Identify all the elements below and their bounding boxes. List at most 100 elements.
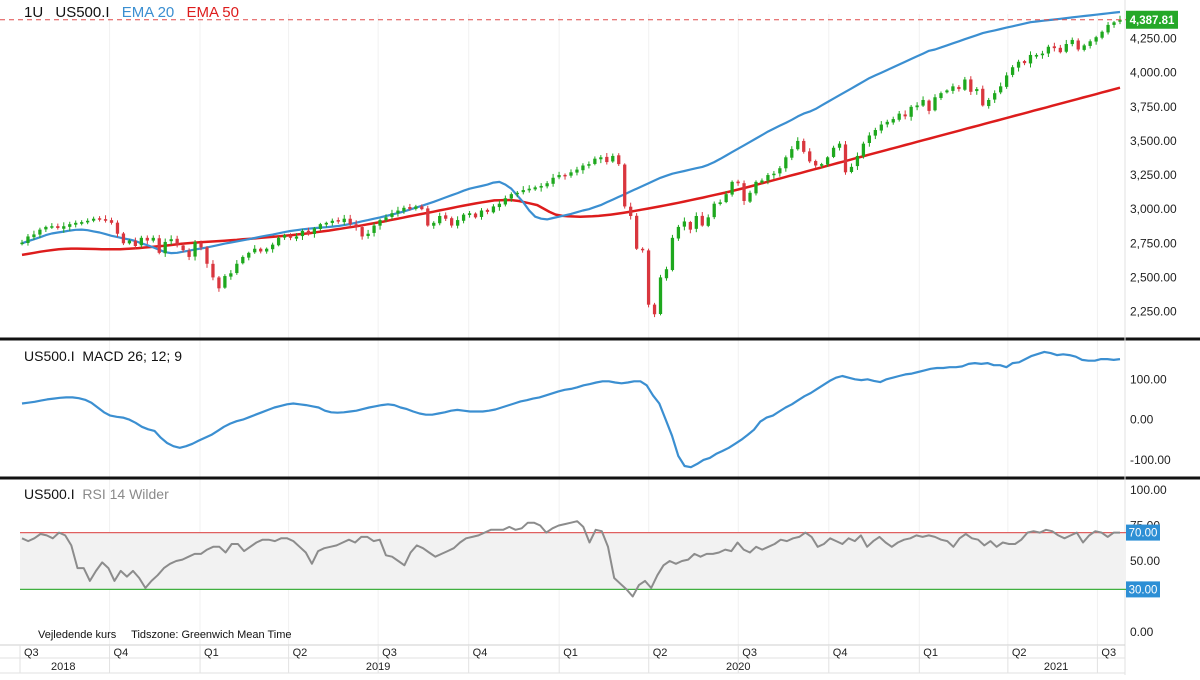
candle[interactable]	[533, 185, 537, 191]
candle[interactable]	[330, 218, 334, 226]
candle[interactable]	[939, 91, 943, 101]
candle[interactable]	[450, 216, 454, 228]
candle[interactable]	[611, 153, 615, 163]
macd-line[interactable]	[21, 350, 1121, 469]
candle[interactable]	[963, 76, 967, 91]
candle[interactable]	[778, 166, 782, 177]
candle[interactable]	[1058, 44, 1062, 54]
candle[interactable]	[121, 231, 126, 246]
candle[interactable]	[623, 163, 627, 209]
candle[interactable]	[348, 214, 352, 228]
candle[interactable]	[1064, 39, 1068, 54]
candle[interactable]	[169, 235, 173, 245]
candle[interactable]	[921, 96, 925, 107]
candle[interactable]	[903, 110, 907, 120]
candle[interactable]	[605, 153, 609, 165]
candle[interactable]	[390, 209, 394, 220]
candle[interactable]	[205, 246, 209, 268]
candle[interactable]	[861, 141, 866, 159]
candle[interactable]	[652, 302, 657, 318]
candle[interactable]	[897, 110, 901, 122]
candle[interactable]	[993, 90, 997, 103]
candle[interactable]	[635, 213, 639, 250]
candle[interactable]	[444, 212, 448, 222]
candle[interactable]	[253, 245, 257, 254]
candle[interactable]	[563, 173, 567, 180]
candle[interactable]	[455, 216, 460, 229]
candle[interactable]	[796, 137, 800, 151]
chart-canvas[interactable]: 2,250.00 2,500.00 2,750.00 3,000.00 3,250.00…	[0, 0, 1200, 675]
candle[interactable]	[867, 132, 872, 147]
candle[interactable]	[676, 224, 681, 241]
candle[interactable]	[139, 235, 143, 248]
candle[interactable]	[1106, 22, 1110, 35]
candle[interactable]	[1088, 39, 1092, 49]
candle[interactable]	[915, 102, 919, 111]
candle[interactable]	[276, 236, 281, 247]
candle[interactable]	[1100, 30, 1104, 40]
candle[interactable]	[551, 173, 555, 187]
candle[interactable]	[74, 220, 78, 228]
candle[interactable]	[1040, 50, 1045, 59]
candle[interactable]	[706, 214, 710, 228]
candle[interactable]	[80, 220, 84, 226]
candle[interactable]	[1028, 51, 1033, 68]
interval-label[interactable]: 1U	[24, 4, 43, 21]
candle[interactable]	[151, 235, 155, 243]
candle[interactable]	[378, 218, 382, 230]
candle[interactable]	[241, 255, 245, 265]
candle[interactable]	[193, 240, 197, 261]
candle[interactable]	[109, 217, 114, 225]
candle[interactable]	[521, 186, 525, 195]
candle[interactable]	[342, 214, 346, 226]
candle[interactable]	[754, 180, 758, 196]
candle[interactable]	[748, 190, 752, 203]
candle[interactable]	[1016, 59, 1021, 72]
candle[interactable]	[1052, 42, 1056, 52]
candle[interactable]	[1022, 59, 1027, 66]
candle[interactable]	[557, 171, 561, 180]
candle[interactable]	[957, 85, 961, 92]
candle[interactable]	[539, 183, 543, 192]
candle[interactable]	[808, 148, 812, 164]
candle[interactable]	[569, 169, 573, 178]
candle[interactable]	[736, 179, 740, 186]
candle[interactable]	[772, 171, 776, 179]
candle[interactable]	[270, 242, 275, 253]
candle[interactable]	[312, 226, 317, 238]
candle[interactable]	[438, 212, 442, 226]
candle[interactable]	[646, 248, 651, 308]
candle[interactable]	[318, 222, 323, 231]
candle[interactable]	[50, 223, 54, 229]
candle[interactable]	[718, 199, 722, 206]
candle[interactable]	[414, 204, 418, 211]
candle[interactable]	[265, 247, 269, 254]
candle[interactable]	[849, 163, 854, 174]
candle[interactable]	[1010, 65, 1015, 78]
candle[interactable]	[891, 116, 895, 125]
symbol-label[interactable]: US500.I	[55, 4, 109, 21]
candle[interactable]	[575, 166, 579, 176]
candle[interactable]	[670, 234, 675, 272]
candle[interactable]	[658, 274, 663, 316]
candle[interactable]	[831, 145, 836, 159]
candle[interactable]	[115, 220, 120, 238]
candle[interactable]	[336, 217, 340, 224]
candle[interactable]	[44, 225, 48, 232]
candle[interactable]	[1112, 20, 1116, 28]
candle[interactable]	[426, 205, 430, 227]
trading-chart[interactable]: 2,250.00 2,500.00 2,750.00 3,000.00 3,250.00…	[0, 0, 1200, 675]
candle[interactable]	[1034, 53, 1039, 59]
candle[interactable]	[485, 208, 490, 215]
candle[interactable]	[843, 140, 848, 175]
candle[interactable]	[951, 83, 955, 94]
candle[interactable]	[712, 201, 716, 220]
candle[interactable]	[432, 221, 436, 229]
macd-settings[interactable]: MACD 26; 12; 9	[82, 348, 182, 364]
candle[interactable]	[814, 159, 818, 168]
candle[interactable]	[593, 156, 597, 166]
candle[interactable]	[909, 104, 913, 121]
candle[interactable]	[581, 163, 585, 174]
candle[interactable]	[873, 127, 877, 140]
candle[interactable]	[837, 141, 842, 151]
